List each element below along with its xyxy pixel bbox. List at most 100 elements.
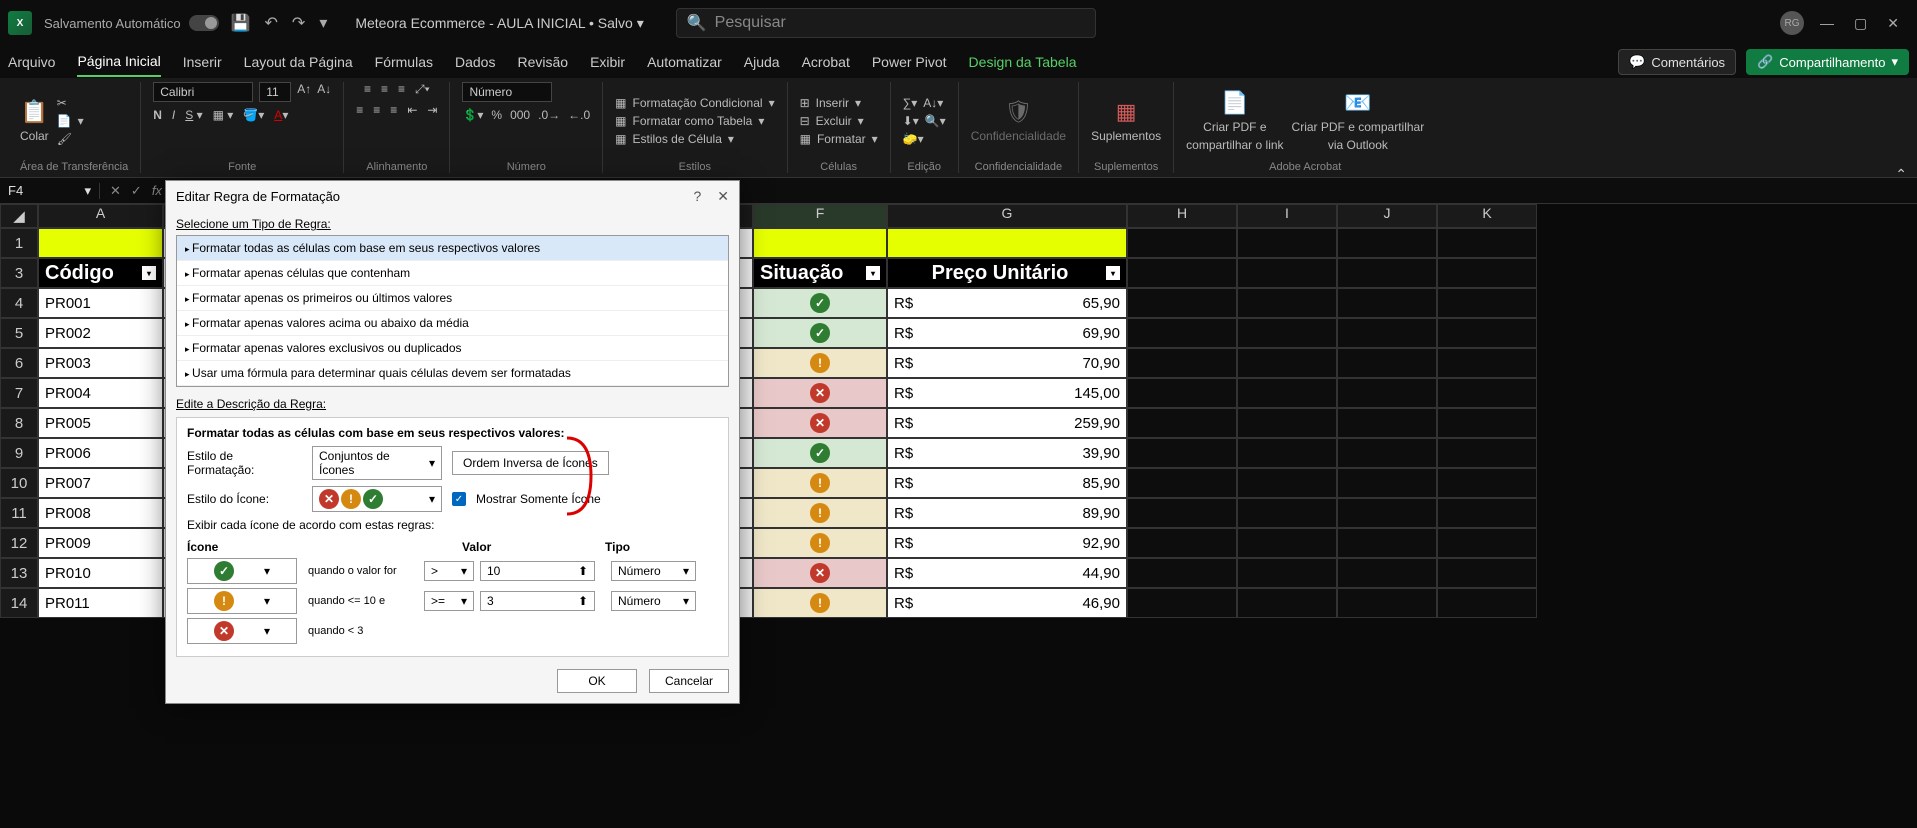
cell-price[interactable]: R$259,90 — [887, 408, 1127, 438]
cell-status[interactable]: ✕ — [753, 408, 887, 438]
confirm-formula-icon[interactable]: ✓ — [131, 183, 142, 199]
cell-status[interactable]: ✓ — [753, 288, 887, 318]
cell-price[interactable]: R$65,90 — [887, 288, 1127, 318]
tab-arquivo[interactable]: Arquivo — [8, 48, 55, 76]
col-header-f[interactable]: F — [753, 204, 887, 228]
cell-price[interactable]: R$69,90 — [887, 318, 1127, 348]
comments-button[interactable]: 💬Comentários — [1618, 49, 1736, 75]
range-picker-icon[interactable]: ⬆ — [578, 594, 588, 608]
cell-status[interactable]: ! — [753, 588, 887, 618]
cell-status[interactable]: ✕ — [753, 558, 887, 588]
rule-type-item[interactable]: Formatar todas as células com base em se… — [177, 236, 728, 261]
tab-revisao[interactable]: Revisão — [517, 48, 568, 76]
rule-type-item[interactable]: Usar uma fórmula para determinar quais c… — [177, 361, 728, 386]
cell-price[interactable]: R$145,00 — [887, 378, 1127, 408]
row-header[interactable]: 4 — [0, 288, 38, 318]
cell-status[interactable]: ! — [753, 468, 887, 498]
cell-status[interactable]: ✓ — [753, 318, 887, 348]
align-top-icon[interactable]: ≡ — [364, 82, 371, 97]
cell[interactable] — [1337, 228, 1437, 258]
col-header-i[interactable]: I — [1237, 204, 1337, 228]
cell-code[interactable]: PR002 — [38, 318, 163, 348]
autosum-icon[interactable]: ∑▾ — [903, 96, 918, 110]
row-header[interactable]: 8 — [0, 408, 38, 438]
row-header[interactable]: 10 — [0, 468, 38, 498]
cell-price[interactable]: R$92,90 — [887, 528, 1127, 558]
style-format-select[interactable]: Conjuntos de Ícones▾ — [312, 446, 442, 480]
help-icon[interactable]: ? — [693, 188, 701, 205]
pdf-share-link-button[interactable]: 📄Criar PDF ecompartilhar o link — [1186, 90, 1283, 152]
show-icon-only-checkbox[interactable]: ✓ — [452, 492, 466, 506]
sort-filter-icon[interactable]: A↓▾ — [923, 96, 943, 110]
row-header[interactable]: 6 — [0, 348, 38, 378]
font-name-select[interactable] — [153, 82, 253, 102]
row-header[interactable]: 7 — [0, 378, 38, 408]
cell-code[interactable]: PR004 — [38, 378, 163, 408]
cell-status[interactable]: ✕ — [753, 378, 887, 408]
italic-button[interactable]: I — [172, 108, 175, 122]
share-button[interactable]: 🔗Compartilhamento ▾ — [1746, 49, 1909, 75]
format-table-button[interactable]: ▦Formatar como Tabela ▾ — [615, 114, 774, 128]
tab-acrobat[interactable]: Acrobat — [802, 48, 850, 76]
col-header-k[interactable]: K — [1437, 204, 1537, 228]
tab-power-pivot[interactable]: Power Pivot — [872, 48, 947, 76]
tab-exibir[interactable]: Exibir — [590, 48, 625, 76]
minimize-icon[interactable]: — — [1820, 15, 1834, 32]
icon-style-select[interactable]: ✕ ! ✓ ▾ — [312, 486, 442, 512]
confidentiality-button[interactable]: 🛡Confidencialidade — [971, 99, 1066, 143]
avatar[interactable]: RG — [1780, 11, 1804, 35]
paste-button[interactable]: 📋Colar — [20, 99, 49, 143]
pdf-share-outlook-button[interactable]: 📧Criar PDF e compartilharvia Outlook — [1292, 90, 1425, 152]
rule-op-select[interactable]: >▾ — [424, 561, 474, 581]
find-select-icon[interactable]: 🔍▾ — [925, 114, 946, 128]
cell-code[interactable]: PR001 — [38, 288, 163, 318]
align-center-icon[interactable]: ≡ — [373, 103, 380, 117]
rule-value-input[interactable]: 3⬆ — [480, 591, 595, 611]
clear-icon[interactable]: 🧽▾ — [903, 132, 924, 146]
rule-type-select[interactable]: Número▾ — [611, 561, 696, 581]
insert-cells-button[interactable]: ⊞Inserir ▾ — [800, 96, 878, 110]
cell[interactable] — [887, 228, 1127, 258]
increase-font-icon[interactable]: A↑ — [297, 82, 311, 102]
col-header-j[interactable]: J — [1337, 204, 1437, 228]
rule-value-input[interactable]: 10⬆ — [480, 561, 595, 581]
fx-icon[interactable]: fx — [152, 183, 162, 198]
filter-icon[interactable]: ▾ — [1106, 266, 1120, 280]
cancel-button[interactable]: Cancelar — [649, 669, 729, 693]
table-header-codigo[interactable]: Código▾ — [38, 258, 163, 288]
align-left-icon[interactable]: ≡ — [356, 103, 363, 117]
cell-status[interactable]: ! — [753, 498, 887, 528]
cell-code[interactable]: PR010 — [38, 558, 163, 588]
increase-decimal-icon[interactable]: .0→ — [538, 108, 560, 122]
cell-code[interactable]: PR011 — [38, 588, 163, 618]
autosave-toggle[interactable] — [189, 15, 219, 31]
row-header[interactable]: 14 — [0, 588, 38, 618]
cell-price[interactable]: R$39,90 — [887, 438, 1127, 468]
font-size-select[interactable] — [259, 82, 291, 102]
row-header[interactable]: 9 — [0, 438, 38, 468]
comma-icon[interactable]: 000 — [510, 108, 530, 122]
document-title[interactable]: Meteora Ecommerce - AULA INICIAL • Salvo… — [355, 15, 643, 32]
cell-styles-button[interactable]: ▦Estilos de Célula ▾ — [615, 132, 774, 146]
orientation-icon[interactable]: ⤢▾ — [415, 82, 430, 97]
rule-type-item[interactable]: Formatar apenas células que contenham — [177, 261, 728, 286]
filter-icon[interactable]: ▾ — [142, 266, 156, 280]
table-header-situacao[interactable]: Situação▾ — [753, 258, 887, 288]
align-bottom-icon[interactable]: ≡ — [398, 82, 405, 97]
number-format-select[interactable] — [462, 82, 552, 102]
align-right-icon[interactable]: ≡ — [390, 103, 397, 117]
tab-inserir[interactable]: Inserir — [183, 48, 222, 76]
range-picker-icon[interactable]: ⬆ — [578, 564, 588, 578]
bold-button[interactable]: N — [153, 108, 162, 122]
addins-button[interactable]: ▦Suplementos — [1091, 99, 1161, 143]
name-box[interactable]: F4▾ — [0, 183, 100, 199]
cell-price[interactable]: R$46,90 — [887, 588, 1127, 618]
cell-price[interactable]: R$44,90 — [887, 558, 1127, 588]
close-icon[interactable]: ✕ — [1887, 15, 1899, 32]
cell[interactable] — [1237, 228, 1337, 258]
col-header-h[interactable]: H — [1127, 204, 1237, 228]
table-header-preco[interactable]: Preço Unitário▾ — [887, 258, 1127, 288]
row-header[interactable]: 5 — [0, 318, 38, 348]
cell-price[interactable]: R$70,90 — [887, 348, 1127, 378]
underline-button[interactable]: S ▾ — [185, 108, 202, 122]
